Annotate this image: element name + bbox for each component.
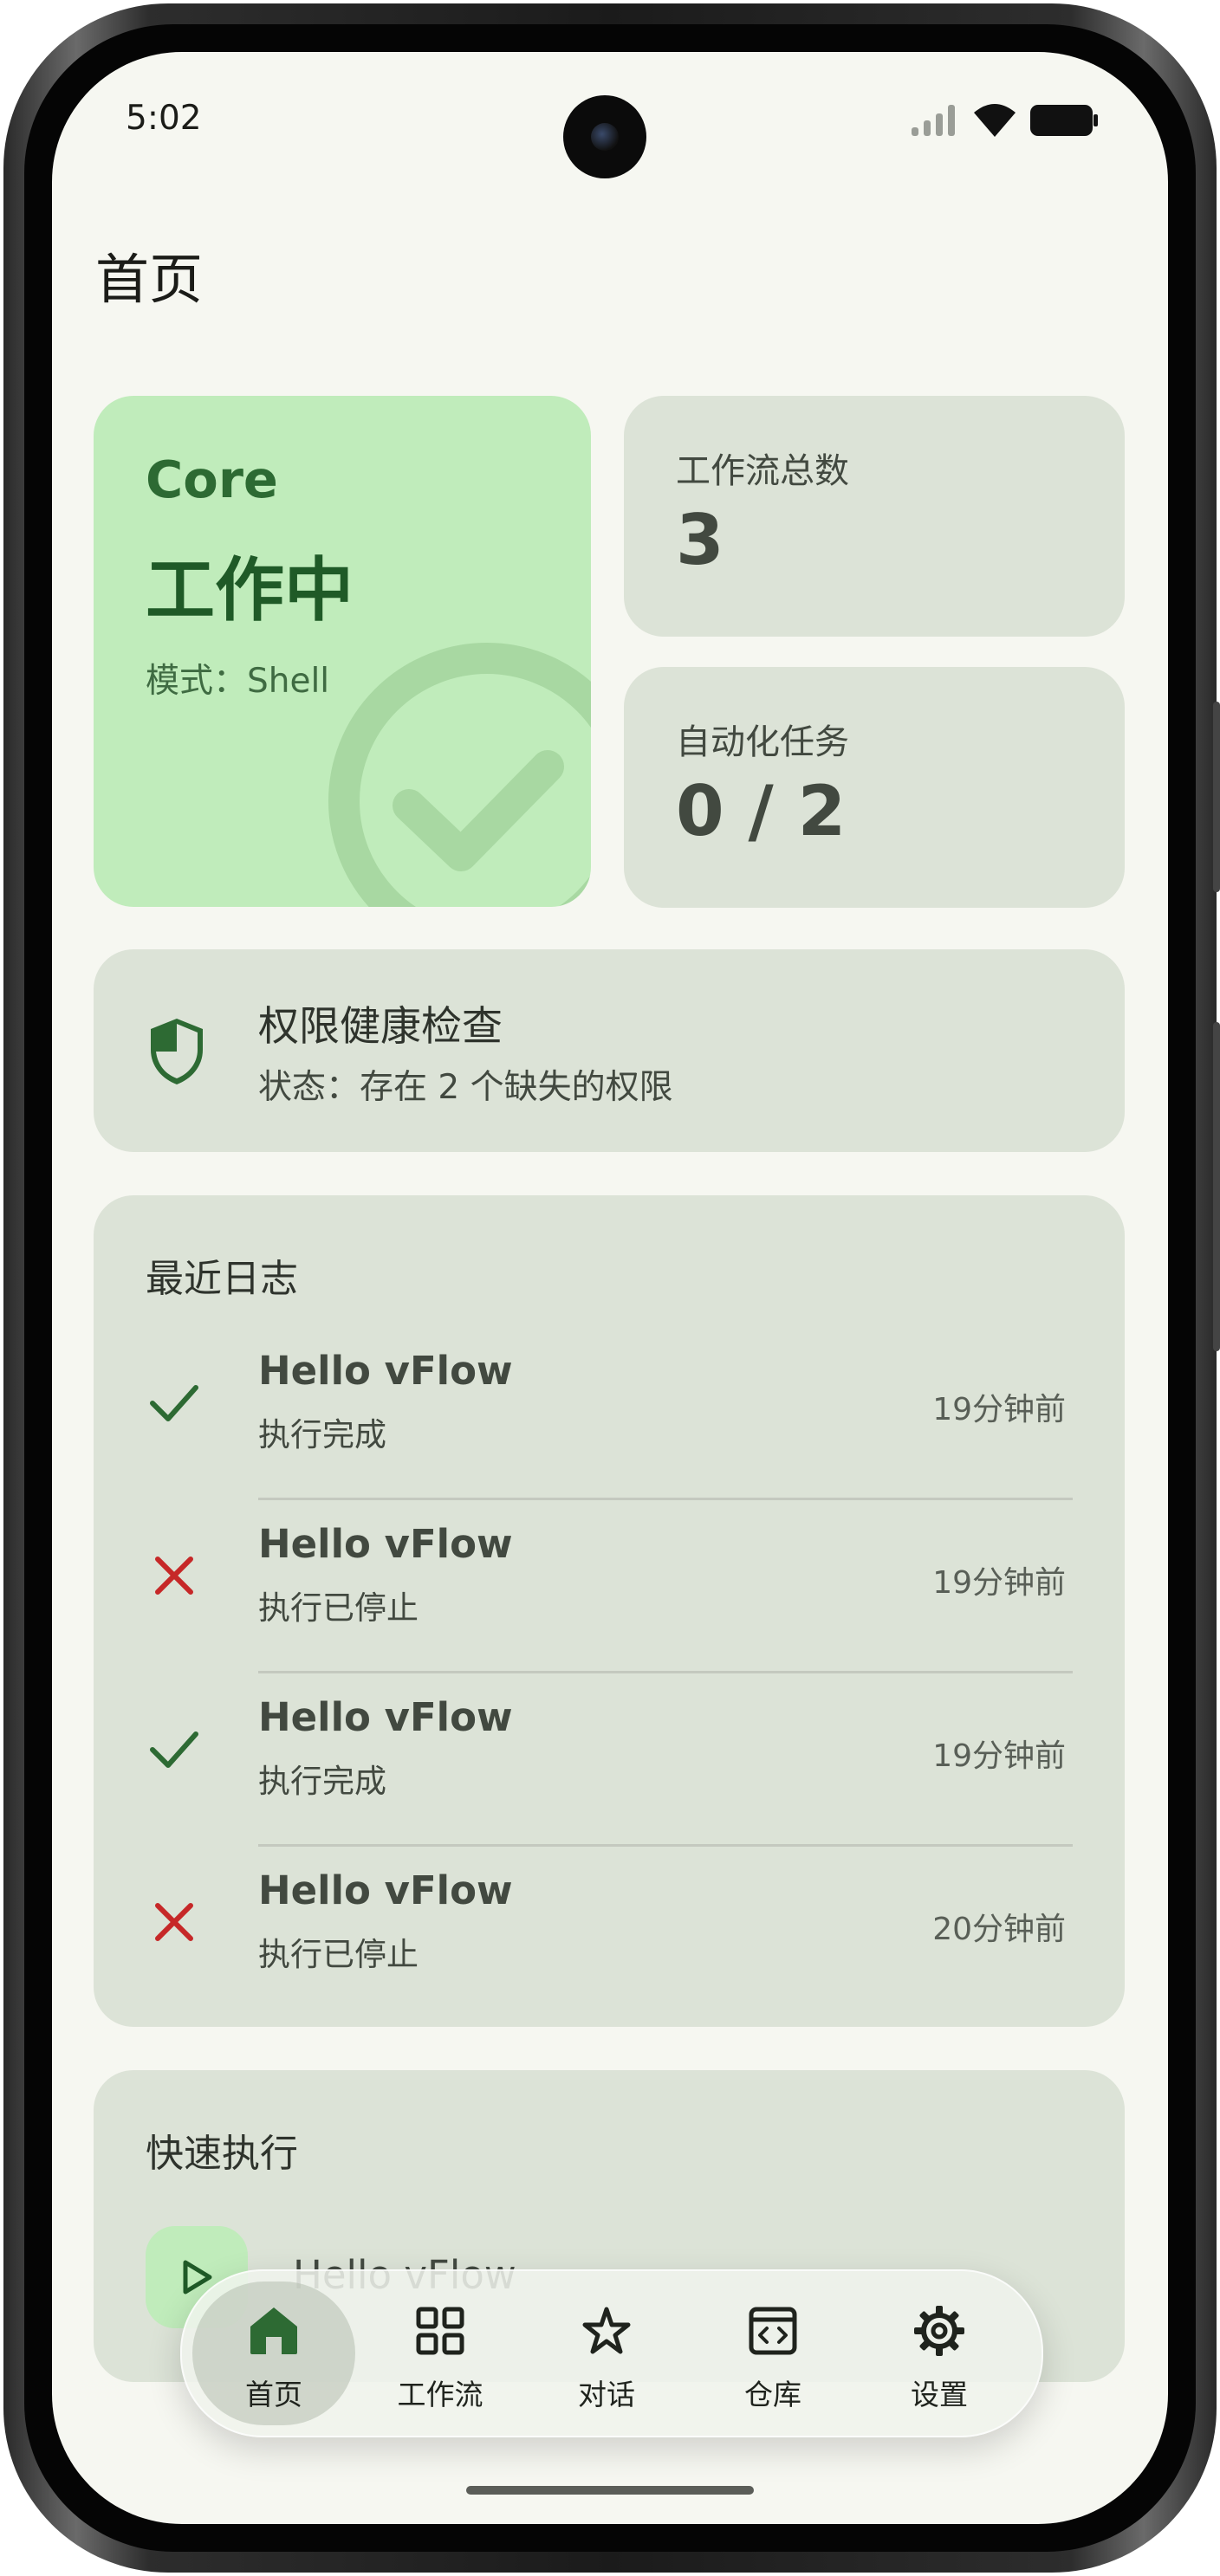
front-camera [563, 95, 646, 178]
log-time: 19分钟前 [932, 1392, 1066, 1427]
close-icon [155, 1557, 193, 1595]
signal-icon [912, 105, 955, 136]
close-icon [155, 1903, 193, 1941]
wifi-icon [974, 104, 1016, 137]
check-icon [150, 1731, 198, 1768]
log-item[interactable]: Hello vFlow 执行已停止 20分钟前 [94, 1845, 1118, 2016]
log-item[interactable]: Hello vFlow 执行完成 19分钟前 [94, 1325, 1118, 1497]
nav-label: 首页 [245, 2378, 302, 2411]
code-box-icon [749, 2307, 797, 2355]
gear-icon [914, 2306, 964, 2356]
log-name: Hello vFlow [258, 1694, 513, 1740]
log-item[interactable]: Hello vFlow 执行完成 19分钟前 [94, 1672, 1118, 1843]
sparkle-icon [582, 2307, 631, 2354]
battery-icon [1030, 105, 1098, 136]
power-button [1213, 702, 1220, 892]
workflow-count-label: 工作流总数 [676, 451, 849, 491]
nav-label: 仓库 [744, 2378, 801, 2411]
log-time: 19分钟前 [932, 1565, 1066, 1601]
core-label: Core [146, 450, 278, 509]
workflow-count-value: 3 [676, 500, 724, 580]
automation-tasks-value: 0 / 2 [676, 771, 847, 851]
quick-run-title: 快速执行 [146, 2132, 298, 2176]
home-icon [250, 2307, 297, 2354]
check-circle-icon [328, 643, 591, 907]
nav-item-repository[interactable]: 仓库 [691, 2282, 854, 2425]
nav-label: 工作流 [397, 2378, 483, 2411]
core-mode: 模式：Shell [146, 662, 330, 701]
log-status: 执行已停止 [258, 1936, 419, 1973]
recent-logs-card: 最近日志 Hello vFlow 执行完成 19分钟前 Hello vFlow … [94, 1195, 1125, 2027]
status-time: 5:02 [126, 99, 202, 138]
volume-button [1213, 1022, 1220, 1351]
log-time: 20分钟前 [932, 1912, 1066, 1947]
recent-logs-title: 最近日志 [146, 1257, 298, 1301]
nav-label: 对话 [578, 2378, 635, 2411]
log-item[interactable]: Hello vFlow 执行已停止 19分钟前 [94, 1498, 1118, 1670]
log-status: 执行已停止 [258, 1589, 419, 1627]
shield-icon [151, 1019, 203, 1084]
nav-label: 设置 [911, 2378, 968, 2411]
permission-status: 状态：存在 2 个缺失的权限 [258, 1068, 673, 1107]
permission-title: 权限健康检查 [258, 1003, 503, 1051]
check-icon [150, 1385, 198, 1421]
core-status-card[interactable]: Core 工作中 模式：Shell [94, 396, 591, 907]
workflow-count-card[interactable]: 工作流总数 3 [624, 396, 1125, 637]
grid-icon [416, 2307, 464, 2355]
log-status: 执行完成 [258, 1763, 386, 1800]
log-name: Hello vFlow [258, 1348, 513, 1394]
permission-health-card[interactable]: 权限健康检查 状态：存在 2 个缺失的权限 [94, 949, 1125, 1152]
log-name: Hello vFlow [258, 1867, 513, 1913]
automation-tasks-label: 自动化任务 [676, 722, 849, 762]
nav-item-home[interactable]: 首页 [192, 2282, 355, 2425]
log-status: 执行完成 [258, 1416, 386, 1453]
nav-item-settings[interactable]: 设置 [858, 2282, 1021, 2425]
automation-tasks-card[interactable]: 自动化任务 0 / 2 [624, 667, 1125, 908]
phone-device: 5:02 首页 Core 工作中 模式：Shell 工作流总数 3 自动化任务 … [0, 0, 1220, 2576]
screen: 5:02 首页 Core 工作中 模式：Shell 工作流总数 3 自动化任务 … [52, 52, 1168, 2524]
bottom-navigation: 首页 工作流 对话 仓库 设置 [180, 2269, 1043, 2437]
log-time: 19分钟前 [932, 1738, 1066, 1774]
page-title: 首页 [95, 248, 204, 311]
log-name: Hello vFlow [258, 1521, 513, 1567]
nav-item-chat[interactable]: 对话 [525, 2282, 688, 2425]
home-indicator[interactable] [466, 2486, 754, 2495]
status-icons [910, 102, 1099, 139]
nav-item-workflows[interactable]: 工作流 [359, 2282, 522, 2425]
core-state: 工作中 [146, 550, 354, 631]
